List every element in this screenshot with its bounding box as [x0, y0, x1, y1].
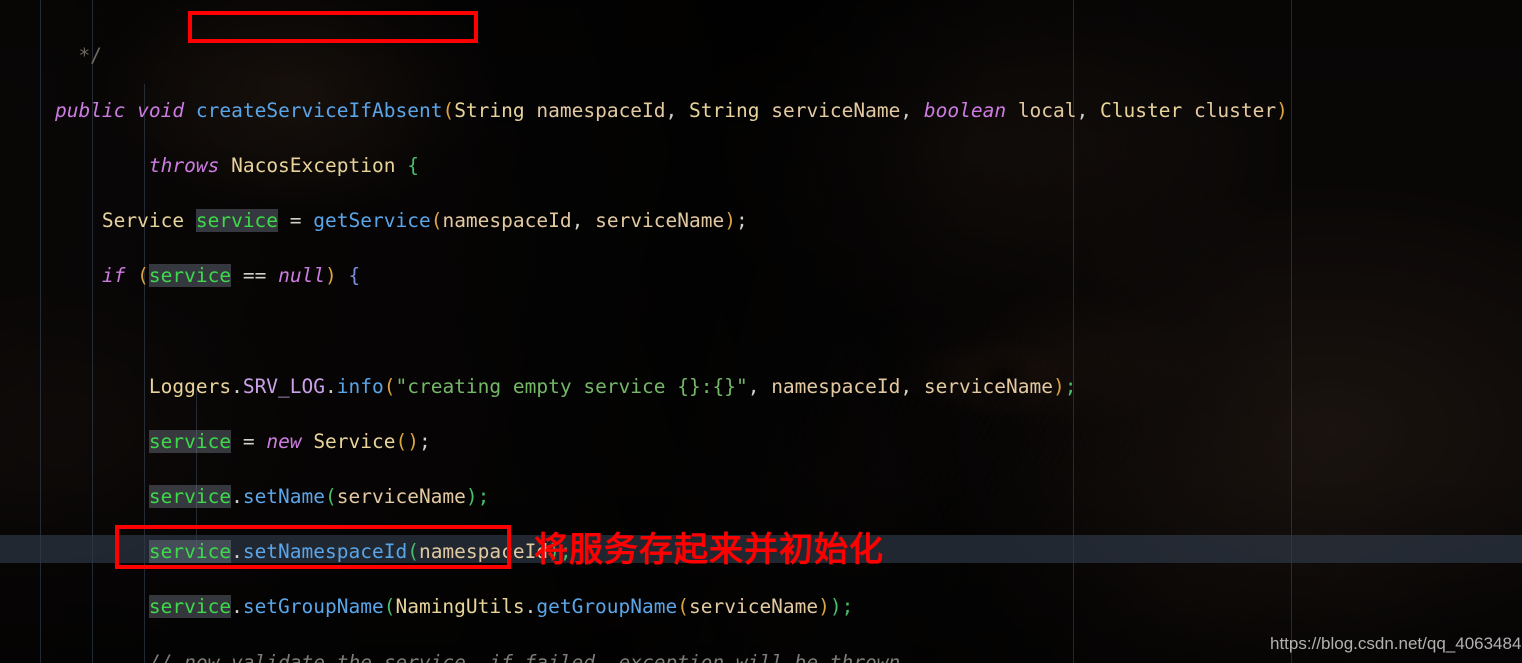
annotation-box-method-name [188, 11, 478, 43]
annotation-note-chinese: 将服务存起来并初始化 [534, 530, 884, 570]
code-line-5[interactable] [0, 318, 1522, 346]
watermark-url: https://blog.csdn.net/qq_40634846 [1270, 634, 1522, 653]
code-line-7[interactable]: service = new Service(); [0, 428, 1522, 456]
annotation-box-statement [115, 525, 511, 569]
code-line-6[interactable]: Loggers.SRV_LOG.info("creating empty ser… [0, 373, 1522, 401]
code-line-3[interactable]: Service service = getService(namespaceId… [0, 207, 1522, 235]
code-line-1[interactable]: public void createServiceIfAbsent(String… [0, 97, 1522, 125]
code-line-2[interactable]: throws NacosException { [0, 152, 1522, 180]
code-line-8[interactable]: service.setName(serviceName); [0, 483, 1522, 511]
code-line-4[interactable]: if (service == null) { [0, 262, 1522, 290]
code-line-0[interactable]: */ [0, 42, 1522, 70]
code-line-10[interactable]: service.setGroupName(NamingUtils.getGrou… [0, 593, 1522, 621]
code-editor[interactable]: */ public void createServiceIfAbsent(Str… [0, 0, 1522, 663]
